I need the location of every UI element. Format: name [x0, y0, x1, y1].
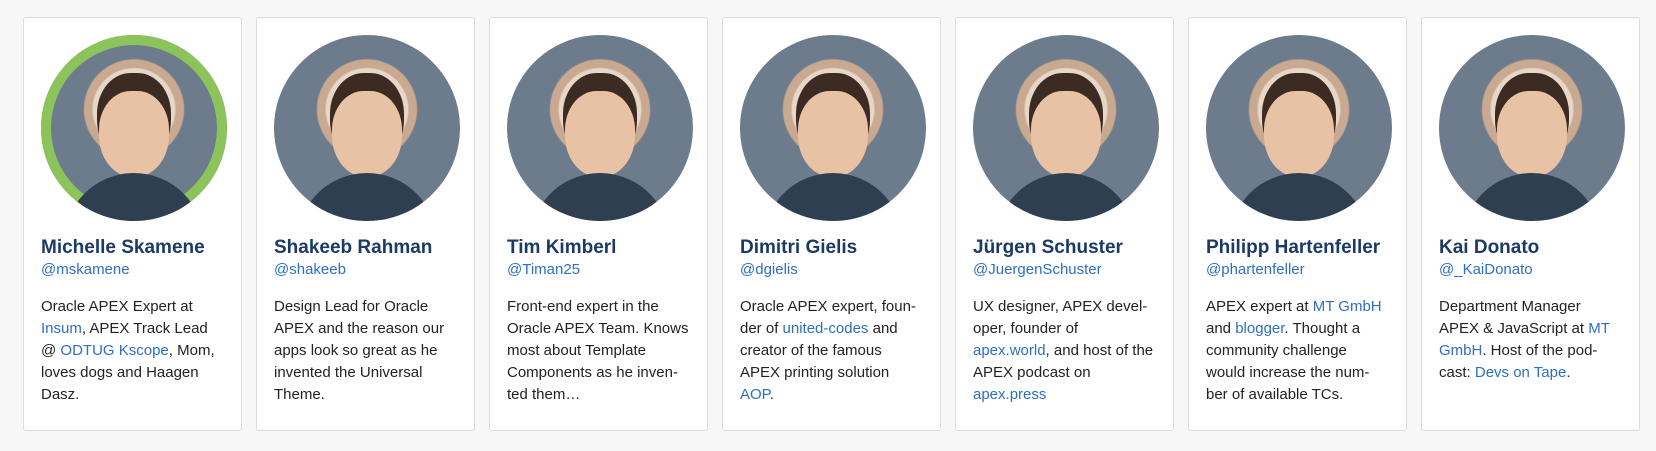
bio-link[interactable]: apex.press [973, 386, 1046, 403]
bio-link[interactable]: Devs on Tape [1475, 364, 1566, 381]
avatar [1206, 35, 1392, 221]
person-card: Kai Donato @_KaiDonato Department Manage… [1421, 17, 1640, 431]
avatar [507, 35, 693, 221]
person-name: Philipp Hartenfeller [1206, 237, 1381, 258]
person-name: Jürgen Schuster [973, 237, 1123, 258]
avatar-shoulders [297, 173, 437, 221]
avatar-face [798, 90, 868, 177]
person-name: Dimitri Gielis [740, 237, 858, 258]
person-handle-link[interactable]: @shakeeb [274, 260, 457, 280]
person-handle-link[interactable]: @phartenfeller [1206, 260, 1389, 280]
person-bio: APEX expert at MT GmbH and blogger. Thou… [1206, 296, 1389, 406]
avatar-shoulders [763, 173, 903, 221]
bio-link[interactable]: united-codes [783, 320, 869, 337]
bio-link[interactable]: blogger [1235, 320, 1284, 337]
bio-link[interactable]: MT GmbH [1313, 298, 1382, 315]
person-card: Dimitri Gielis @dgielis Oracle APEX expe… [722, 17, 941, 431]
person-handle-link[interactable]: @Timan25 [507, 260, 690, 280]
avatar-shoulders [64, 173, 204, 221]
person-card: Michelle Skamene @mskamene Oracle APEX E… [23, 17, 242, 431]
avatar-face [332, 90, 402, 177]
people-card-row: Michelle Skamene @mskamene Oracle APEX E… [23, 17, 1640, 431]
avatar-shoulders [530, 173, 670, 221]
avatar [740, 35, 926, 221]
avatar [41, 35, 227, 221]
bio-text: UX designer, APEX devel-oper, founder of [973, 298, 1148, 337]
bio-link[interactable]: ODTUG Kscope [60, 342, 168, 359]
person-bio: Design Lead for Oracle APEX and the reas… [274, 296, 457, 406]
person-bio: Oracle APEX Expert at Insum, APEX Track … [41, 296, 224, 406]
bio-text: and [1206, 320, 1236, 337]
person-handle-link[interactable]: @dgielis [740, 260, 923, 280]
avatar-face [1031, 90, 1101, 177]
person-card: Shakeeb Rahman @shakeeb Design Lead for … [256, 17, 475, 431]
avatar-face [1264, 90, 1334, 177]
avatar-face [565, 90, 635, 177]
bio-text: . [769, 386, 774, 403]
person-card: Tim Kimberl @Timan25 Front-end expert in… [489, 17, 708, 431]
bio-link[interactable]: AOP [740, 386, 770, 403]
bio-text: Front-end expert in the Oracle APEX Team… [507, 298, 689, 403]
avatar-face [1497, 90, 1567, 177]
bio-text: APEX expert at [1206, 298, 1313, 315]
avatar-face [99, 90, 169, 177]
avatar-shoulders [1229, 173, 1369, 221]
avatar [973, 35, 1159, 221]
avatar [1439, 35, 1625, 221]
person-name: Shakeeb Rahman [274, 237, 433, 258]
bio-link[interactable]: Insum [41, 320, 82, 337]
person-name: Tim Kimberl [507, 237, 617, 258]
avatar-shoulders [1462, 173, 1602, 221]
bio-text: . [1566, 364, 1571, 381]
person-bio: Front-end expert in the Oracle APEX Team… [507, 296, 690, 406]
person-card: Philipp Hartenfeller @phartenfeller APEX… [1188, 17, 1407, 431]
bio-text: Design Lead for Oracle APEX and the reas… [274, 298, 445, 403]
person-name: Kai Donato [1439, 237, 1540, 258]
person-handle-link[interactable]: @JuergenSchuster [973, 260, 1156, 280]
person-handle-link[interactable]: @mskamene [41, 260, 224, 280]
person-name: Michelle Skamene [41, 237, 205, 258]
bio-link[interactable]: apex.world [973, 342, 1046, 359]
avatar-shoulders [996, 173, 1136, 221]
person-card: Jürgen Schuster @JuergenSchuster UX desi… [955, 17, 1174, 431]
person-bio: Department Manager APEX & JavaScript at … [1439, 296, 1622, 384]
person-handle-link[interactable]: @_KaiDonato [1439, 260, 1622, 280]
person-bio: Oracle APEX expert, foun-der of united-c… [740, 296, 923, 406]
person-bio: UX designer, APEX devel-oper, founder of… [973, 296, 1156, 406]
bio-text: Oracle APEX Expert at [41, 298, 193, 315]
bio-text: Department Manager APEX & JavaScript at [1439, 298, 1589, 337]
avatar [274, 35, 460, 221]
